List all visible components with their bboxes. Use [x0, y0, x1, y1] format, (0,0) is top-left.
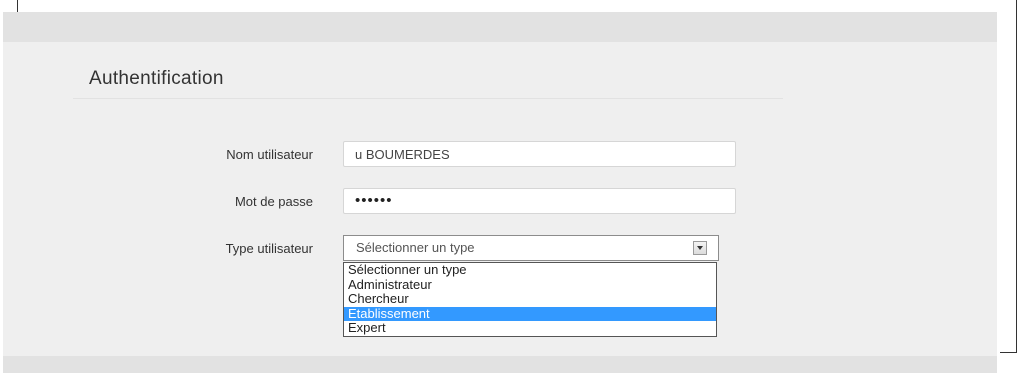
- username-label: Nom utilisateur: [226, 147, 313, 162]
- dropdown-option[interactable]: Sélectionner un type: [344, 263, 716, 278]
- user-type-dropdown-list: Sélectionner un type Administrateur Cher…: [343, 262, 717, 337]
- dropdown-option-highlighted[interactable]: Etablissement: [344, 306, 716, 321]
- page-title: Authentification: [89, 68, 224, 89]
- title-divider: [73, 98, 783, 99]
- dropdown-option[interactable]: Chercheur: [344, 292, 716, 307]
- frame-border: [1016, 0, 1017, 352]
- panel-header-bar: [3, 12, 997, 42]
- user-type-selected-value: Sélectionner un type: [356, 240, 475, 255]
- chevron-down-icon[interactable]: [693, 241, 707, 255]
- panel-footer-bar: [3, 356, 997, 373]
- frame-border: [1000, 352, 1017, 353]
- password-label: Mot de passe: [234, 194, 313, 209]
- dropdown-option[interactable]: Administrateur: [344, 277, 716, 293]
- dropdown-option[interactable]: Expert: [344, 321, 716, 336]
- screen: Authentification Nom utilisateur u BOUME…: [0, 0, 1024, 373]
- user-type-label: Type utilisateur: [225, 241, 313, 256]
- password-input[interactable]: ••••••: [343, 188, 736, 214]
- user-type-select[interactable]: Sélectionner un type: [343, 235, 719, 261]
- username-input[interactable]: u BOUMERDES: [343, 141, 736, 167]
